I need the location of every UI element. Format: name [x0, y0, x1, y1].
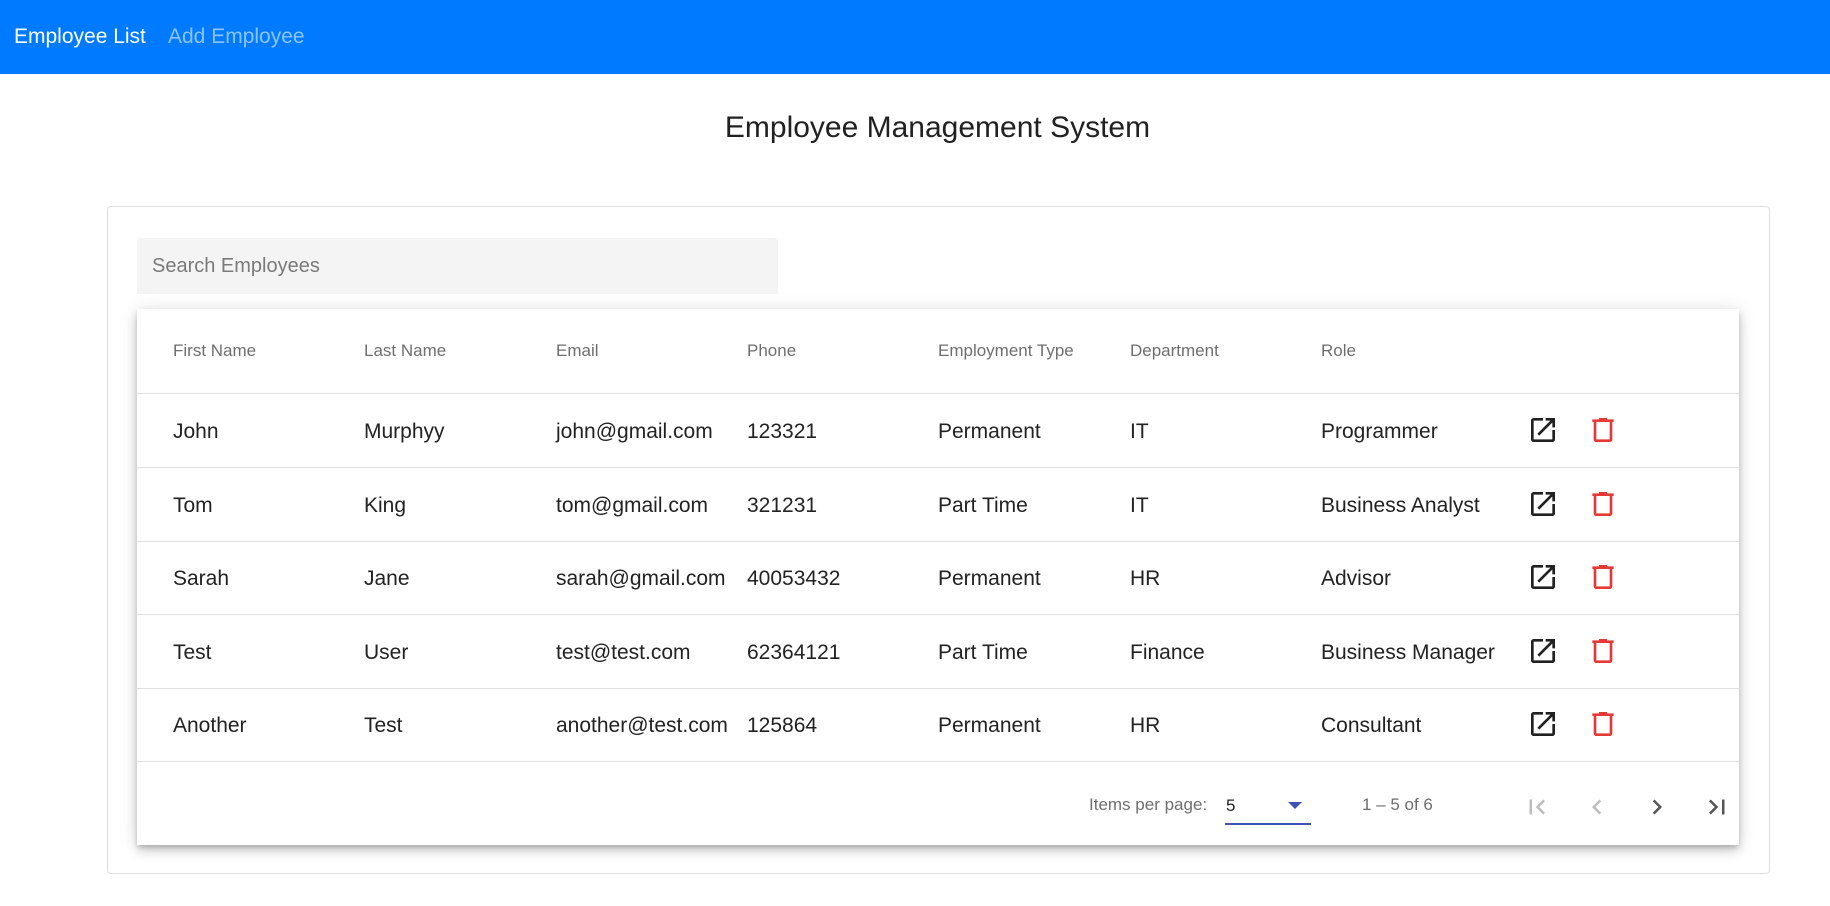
edit-button[interactable]	[1526, 413, 1560, 447]
cell-employment-type: Part Time	[938, 494, 1028, 517]
first-page-button[interactable]	[1517, 787, 1557, 827]
open-in-new-icon	[1531, 639, 1555, 663]
header-first-name: First Name	[173, 341, 257, 360]
table-row: Another Test another@test.com 125864 Permane…	[137, 688, 1739, 762]
cell-last-name: Test	[364, 714, 403, 737]
top-nav-bar: Employee List Add Employee	[0, 0, 1830, 74]
items-per-page-value: 5	[1226, 796, 1236, 815]
cell-employment-type: Permanent	[938, 714, 1041, 737]
cell-phone: 40053432	[747, 567, 841, 590]
nav-add-employee[interactable]: Add Employee	[168, 24, 305, 50]
cell-first-name: John	[173, 420, 219, 443]
header-employment-type: Employment Type	[938, 341, 1074, 360]
cell-phone: 123321	[747, 420, 818, 443]
cell-department: IT	[1130, 494, 1149, 517]
header-email: Email	[556, 341, 599, 360]
cell-email: tom@gmail.com	[556, 494, 709, 517]
delete-button[interactable]	[1586, 560, 1620, 594]
table-row: Tom King tom@gmail.com 321231 Part Time IT Bus…	[137, 468, 1739, 542]
paginator: Items per page: 5 1 – 5 of 6	[137, 767, 1739, 845]
range-label: 1 – 5 of 6	[1362, 795, 1433, 814]
edit-button[interactable]	[1526, 487, 1560, 521]
cell-last-name: User	[364, 641, 409, 664]
dropdown-arrow-icon	[1288, 802, 1302, 809]
nav-employee-list[interactable]: Employee List	[14, 24, 146, 50]
trash-icon	[1592, 712, 1614, 736]
cell-department: HR	[1130, 567, 1161, 590]
search-input[interactable]	[137, 238, 778, 294]
cell-last-name: Jane	[364, 567, 410, 590]
trash-icon	[1592, 639, 1614, 663]
delete-button[interactable]	[1586, 707, 1620, 741]
cell-email: test@test.com	[556, 641, 691, 664]
cell-email: john@gmail.com	[556, 420, 713, 443]
chevron-left-icon	[1592, 799, 1602, 815]
table-row: Sarah Jane sarah@gmail.com 40053432 Permanen…	[137, 541, 1739, 615]
table-header-row: First Name Last Name Email Phone Employm…	[137, 309, 1739, 394]
cell-department: Finance	[1130, 641, 1205, 664]
cell-last-name: King	[364, 494, 407, 517]
cell-role: Advisor	[1321, 567, 1392, 590]
last-page-button[interactable]	[1697, 787, 1737, 827]
open-in-new-icon	[1531, 565, 1555, 589]
open-in-new-icon	[1531, 418, 1555, 442]
trash-icon	[1592, 492, 1614, 516]
previous-page-button[interactable]	[1577, 787, 1617, 827]
table-row: Test User test@test.com 62364121 Part Time Fi…	[137, 615, 1739, 689]
cell-role: Business Manager	[1321, 641, 1495, 664]
page-title: Employee Management System	[724, 111, 1151, 144]
cell-first-name: Test	[173, 641, 212, 664]
cell-department: HR	[1130, 714, 1161, 737]
trash-icon	[1592, 565, 1614, 589]
cell-first-name: Another	[173, 714, 247, 737]
cell-employment-type: Permanent	[938, 567, 1041, 590]
cell-first-name: Sarah	[173, 567, 230, 590]
cell-phone: 321231	[747, 494, 818, 517]
cell-employment-type: Part Time	[938, 641, 1028, 664]
search-field	[137, 238, 778, 294]
items-per-page-select[interactable]: 5	[1225, 787, 1311, 825]
cell-role: Programmer	[1321, 420, 1438, 443]
chevron-right-icon	[1652, 799, 1662, 815]
delete-button[interactable]	[1586, 634, 1620, 668]
edit-button[interactable]	[1526, 634, 1560, 668]
cell-email: sarah@gmail.com	[556, 567, 726, 590]
last-page-icon	[1708, 799, 1725, 815]
open-in-new-icon	[1531, 712, 1555, 736]
edit-button[interactable]	[1526, 560, 1560, 594]
employee-table: First Name Last Name Email Phone Employm…	[137, 309, 1739, 845]
cell-first-name: Tom	[173, 494, 213, 517]
next-page-button[interactable]	[1637, 787, 1677, 827]
header-role: Role	[1321, 341, 1356, 360]
cell-last-name: Murphyy	[364, 420, 445, 443]
header-phone: Phone	[747, 341, 797, 360]
edit-button[interactable]	[1526, 707, 1560, 741]
delete-button[interactable]	[1586, 487, 1620, 521]
cell-phone: 62364121	[747, 641, 841, 664]
trash-icon	[1592, 418, 1614, 442]
items-per-page-label: Items per page:	[1089, 795, 1208, 814]
cell-employment-type: Permanent	[938, 420, 1041, 443]
cell-email: another@test.com	[556, 714, 728, 737]
cell-department: IT	[1130, 420, 1149, 443]
header-last-name: Last Name	[364, 341, 447, 360]
header-department: Department	[1130, 341, 1219, 360]
first-page-icon	[1529, 799, 1546, 815]
cell-role: Business Analyst	[1321, 494, 1480, 517]
delete-button[interactable]	[1586, 413, 1620, 447]
table-row: John Murphyy john@gmail.com 123321 Permanent…	[137, 394, 1739, 468]
cell-role: Consultant	[1321, 714, 1422, 737]
open-in-new-icon	[1531, 492, 1555, 516]
cell-phone: 125864	[747, 714, 818, 737]
